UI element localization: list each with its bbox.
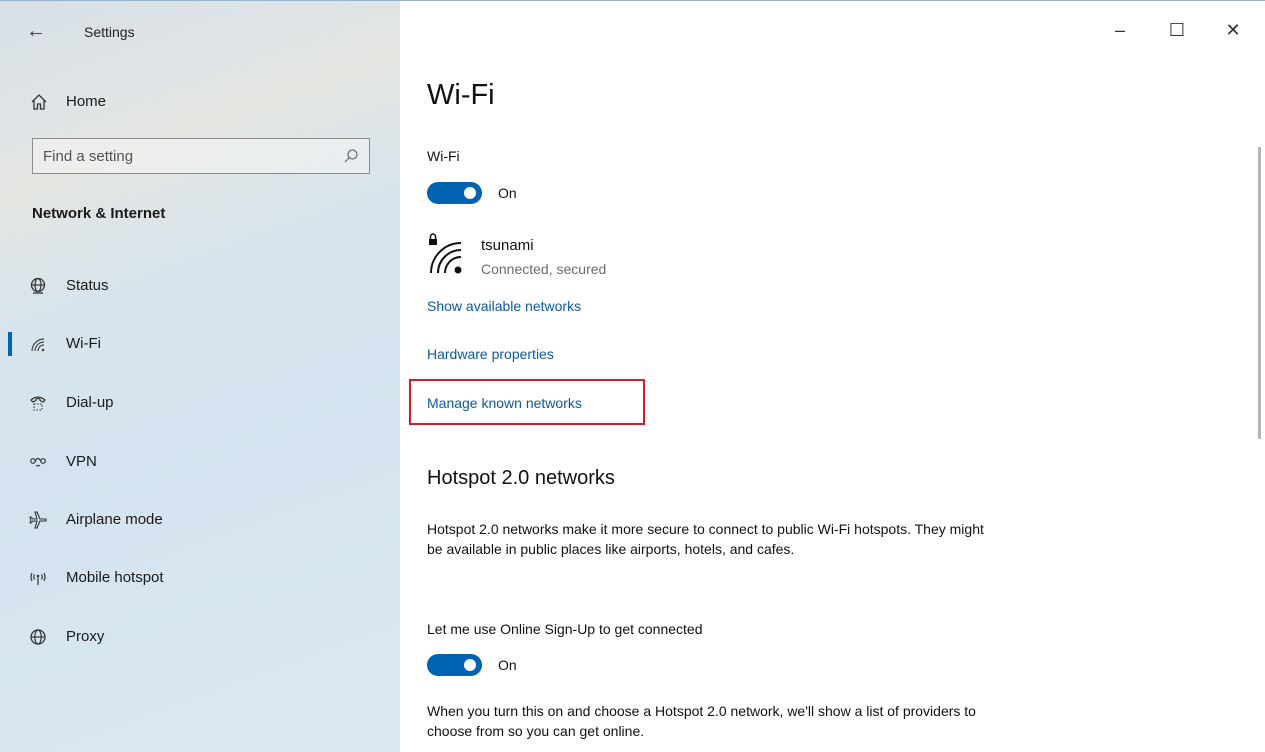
sidebar-item-label: Airplane mode (66, 511, 163, 528)
sidebar-item-label: Mobile hotspot (66, 569, 164, 586)
network-name: tsunami (481, 237, 534, 254)
page-title: Wi-Fi (427, 79, 495, 111)
secured-wifi-icon (429, 233, 462, 274)
search-input[interactable] (33, 139, 343, 173)
section-header: Network & Internet (32, 205, 166, 222)
airplane-icon (29, 511, 47, 529)
maximize-button[interactable]: ☐ (1162, 15, 1192, 45)
sidebar-item-status[interactable]: Status (0, 266, 400, 306)
sidebar-item-wifi[interactable]: Wi-Fi (0, 324, 400, 364)
sidebar-item-dialup[interactable]: Dial-up (0, 383, 400, 423)
sidebar-item-airplane-mode[interactable]: Airplane mode (0, 500, 400, 540)
online-signup-label: Let me use Online Sign-Up to get connect… (427, 621, 703, 637)
network-status: Connected, secured (481, 261, 607, 277)
home-icon (31, 94, 47, 110)
title-bar: ← Settings (0, 15, 400, 49)
highlight-annotation (409, 379, 645, 425)
toggle-knob (464, 659, 476, 671)
main-content: – ☐ ✕ Wi-Fi Wi-Fi On tsunami Connected, … (400, 1, 1265, 752)
sidebar-item-label: Proxy (66, 628, 105, 645)
wifi-toggle-state: On (498, 185, 517, 201)
app-title: Settings (84, 24, 135, 40)
back-arrow-icon[interactable]: ← (26, 21, 46, 41)
sidebar-item-label: Status (66, 277, 109, 294)
sidebar-item-label: Dial-up (66, 394, 114, 411)
sidebar-item-vpn[interactable]: VPN (0, 442, 400, 482)
hotspot-description: Hotspot 2.0 networks make it more secure… (427, 521, 984, 557)
sidebar-item-home[interactable]: Home (0, 85, 400, 119)
wifi-icon (31, 338, 45, 352)
online-signup-toggle-state: On (498, 657, 517, 673)
globe-icon (30, 629, 46, 645)
hardware-properties-link[interactable]: Hardware properties (427, 346, 554, 362)
minimize-button[interactable]: – (1105, 15, 1135, 45)
close-button[interactable]: ✕ (1218, 15, 1248, 45)
sidebar-item-label: Wi-Fi (66, 335, 101, 352)
connected-network[interactable]: tsunami Connected, secured (427, 233, 727, 285)
home-label: Home (66, 93, 107, 110)
hotspot-icon (30, 572, 46, 585)
scrollbar[interactable] (1258, 147, 1261, 439)
wifi-toggle[interactable] (427, 182, 482, 204)
show-available-networks-link[interactable]: Show available networks (427, 298, 581, 314)
sidebar: ← Settings Home Network & Internet (0, 1, 400, 752)
selection-indicator (8, 332, 12, 356)
online-signup-footer: When you turn this on and choose a Hotsp… (427, 703, 976, 739)
search-box (32, 138, 370, 174)
settings-window: ← Settings Home Network & Internet (0, 0, 1265, 752)
wifi-toggle-label: Wi-Fi (427, 148, 460, 164)
sidebar-item-label: VPN (66, 453, 97, 470)
sidebar-item-mobile-hotspot[interactable]: Mobile hotspot (0, 558, 400, 598)
phone-icon (30, 396, 46, 411)
vpn-icon (30, 457, 46, 467)
toggle-knob (464, 187, 476, 199)
sidebar-item-proxy[interactable]: Proxy (0, 617, 400, 657)
hotspot-section-title: Hotspot 2.0 networks (427, 467, 615, 489)
search-icon[interactable] (343, 148, 359, 164)
window-controls: – ☐ ✕ (1095, 1, 1265, 61)
online-signup-toggle[interactable] (427, 654, 482, 676)
globe-status-icon (30, 277, 46, 294)
